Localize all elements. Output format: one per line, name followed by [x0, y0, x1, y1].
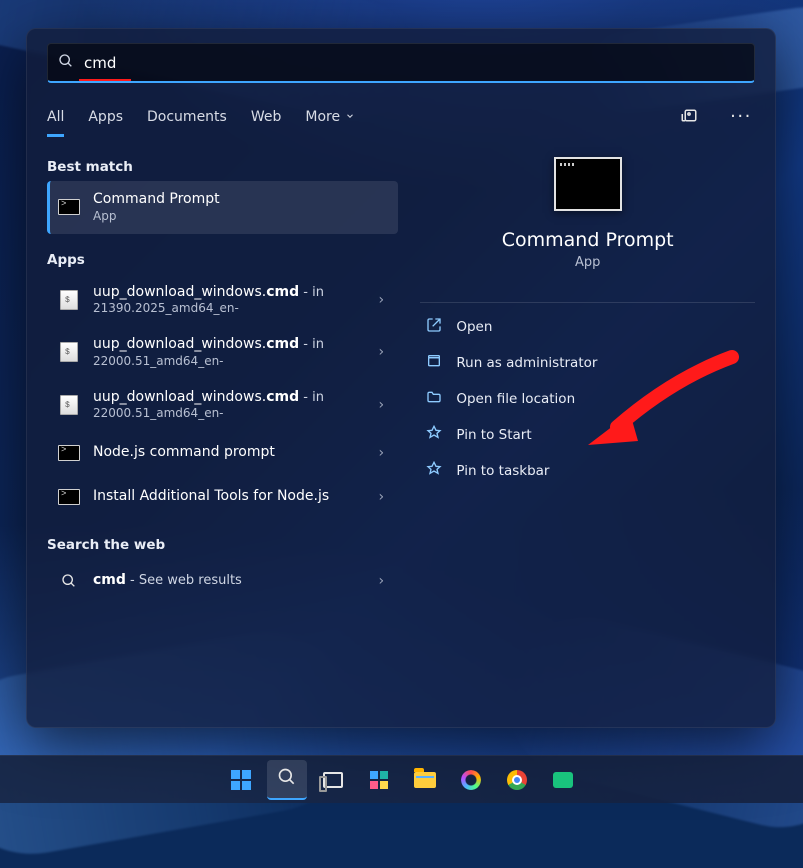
cmd-icon: [57, 485, 81, 509]
start-button[interactable]: [221, 760, 261, 800]
search-icon: [57, 569, 81, 593]
result-app-3[interactable]: Node.js command prompt ›: [47, 431, 398, 475]
cmd-icon: [57, 195, 81, 219]
pin-icon: [426, 425, 442, 445]
cmd-icon: [57, 441, 81, 465]
result-app-0[interactable]: uup_download_windows.cmd - in 21390.2025…: [47, 274, 398, 327]
result-title: Install Additional Tools for Node.js: [93, 488, 360, 506]
chevron-right-icon: ›: [372, 445, 390, 461]
loading-icon: [461, 770, 481, 790]
chevron-right-icon: ›: [372, 397, 390, 413]
start-search-panel: All Apps Documents Web More ··· Best mat…: [26, 28, 776, 728]
action-pin-start[interactable]: Pin to Start: [420, 417, 755, 453]
search-icon: [58, 53, 74, 73]
search-input[interactable]: [82, 53, 744, 73]
more-options-icon[interactable]: ···: [727, 103, 755, 131]
result-title: uup_download_windows.cmd - in: [93, 336, 360, 354]
details-subtitle: App: [575, 255, 600, 270]
file-explorer-button[interactable]: [405, 760, 445, 800]
chevron-right-icon: ›: [372, 344, 390, 360]
result-title: cmd - See web results: [93, 572, 360, 590]
section-web: Search the web: [47, 537, 398, 553]
result-app-1[interactable]: uup_download_windows.cmd - in 22000.51_a…: [47, 326, 398, 379]
result-title: uup_download_windows.cmd - in: [93, 284, 360, 302]
taskbar-search-button[interactable]: [267, 760, 307, 800]
divider: [420, 302, 755, 303]
result-app-2[interactable]: uup_download_windows.cmd - in 22000.51_a…: [47, 379, 398, 432]
chevron-right-icon: ›: [372, 292, 390, 308]
chevron-right-icon: ›: [372, 489, 390, 505]
filter-tabs: All Apps Documents Web More ···: [47, 103, 755, 131]
action-open-location[interactable]: Open file location: [420, 381, 755, 417]
file-icon: [57, 288, 81, 312]
tab-web[interactable]: Web: [251, 105, 282, 129]
tab-more-label: More: [305, 109, 340, 125]
action-label: Run as administrator: [456, 355, 597, 371]
action-label: Open file location: [456, 391, 575, 407]
tab-apps[interactable]: Apps: [88, 105, 123, 129]
task-view-icon: [323, 772, 343, 788]
action-label: Pin to Start: [456, 427, 531, 443]
tab-more[interactable]: More: [305, 105, 355, 129]
image-search-icon[interactable]: [675, 103, 703, 131]
results-column: Best match Command Prompt App Apps uup_d…: [47, 153, 398, 707]
chat-button[interactable]: [543, 760, 583, 800]
taskbar: [0, 755, 803, 803]
task-view-button[interactable]: [313, 760, 353, 800]
section-best-match: Best match: [47, 159, 398, 175]
action-open[interactable]: Open: [420, 309, 755, 345]
action-run-admin[interactable]: Run as administrator: [420, 345, 755, 381]
result-title: uup_download_windows.cmd - in: [93, 389, 360, 407]
shield-icon: [426, 353, 442, 373]
details-title: Command Prompt: [502, 229, 674, 251]
action-pin-taskbar[interactable]: Pin to taskbar: [420, 453, 755, 489]
action-label: Pin to taskbar: [456, 463, 549, 479]
details-pane: Command Prompt App Open Run as administr…: [420, 151, 755, 707]
result-title: Node.js command prompt: [93, 444, 360, 462]
annotation-underline: [79, 79, 131, 81]
section-apps: Apps: [47, 252, 398, 268]
result-subtitle: App: [93, 209, 390, 224]
file-icon: [57, 340, 81, 364]
result-app-4[interactable]: Install Additional Tools for Node.js ›: [47, 475, 398, 519]
app-hero-icon: [554, 157, 622, 211]
chevron-right-icon: ›: [372, 573, 390, 589]
action-label: Open: [456, 319, 492, 335]
chevron-down-icon: [345, 109, 355, 125]
search-icon: [277, 767, 297, 791]
open-icon: [426, 317, 442, 337]
tab-documents[interactable]: Documents: [147, 105, 227, 129]
pin-icon: [426, 461, 442, 481]
widgets-button[interactable]: [359, 760, 399, 800]
chat-icon: [553, 772, 573, 788]
tab-all[interactable]: All: [47, 105, 64, 129]
system-app-button[interactable]: [451, 760, 491, 800]
result-best-match[interactable]: Command Prompt App: [47, 181, 398, 234]
chrome-button[interactable]: [497, 760, 537, 800]
result-web[interactable]: cmd - See web results ›: [47, 559, 398, 603]
result-subtitle: 21390.2025_amd64_en-: [93, 301, 360, 316]
folder-icon: [426, 389, 442, 409]
windows-logo-icon: [231, 770, 251, 790]
search-box[interactable]: [47, 43, 755, 83]
widgets-icon: [370, 771, 388, 789]
result-subtitle: 22000.51_amd64_en-: [93, 406, 360, 421]
chrome-icon: [507, 770, 527, 790]
folder-icon: [414, 772, 436, 788]
file-icon: [57, 393, 81, 417]
result-title: Command Prompt: [93, 191, 390, 209]
result-subtitle: 22000.51_amd64_en-: [93, 354, 360, 369]
